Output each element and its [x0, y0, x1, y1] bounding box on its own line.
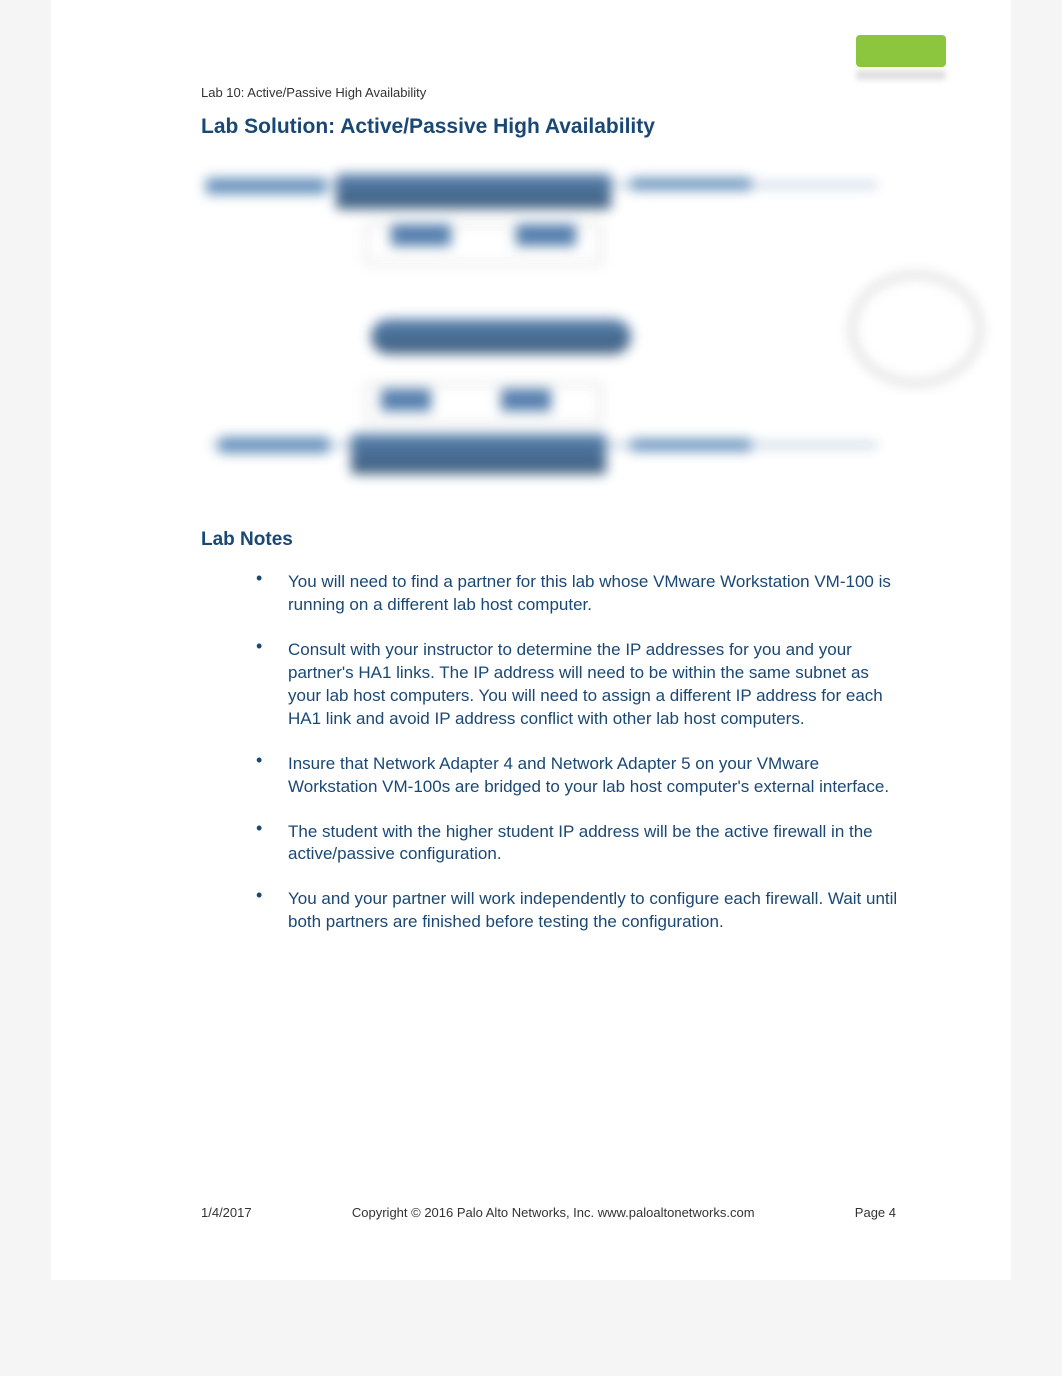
- lab-notes-list: You will need to find a partner for this…: [256, 571, 901, 934]
- topology-diagram: [201, 164, 941, 494]
- list-item: Insure that Network Adapter 4 and Networ…: [256, 753, 901, 799]
- section-heading-lab-notes: Lab Notes: [201, 529, 961, 551]
- unlock-badge[interactable]: [856, 35, 946, 67]
- list-item: You will need to find a partner for this…: [256, 571, 901, 617]
- page-title: Lab Solution: Active/Passive High Availa…: [201, 115, 961, 139]
- badge-shadow: [856, 70, 946, 80]
- document-header: Lab 10: Active/Passive High Availability: [201, 85, 961, 100]
- page-footer: 1/4/2017 Copyright © 2016 Palo Alto Netw…: [201, 1205, 896, 1220]
- footer-page-number: Page 4: [855, 1205, 896, 1220]
- list-item: Consult with your instructor to determin…: [256, 639, 901, 731]
- list-item: You and your partner will work independe…: [256, 888, 901, 934]
- footer-copyright: Copyright © 2016 Palo Alto Networks, Inc…: [352, 1205, 755, 1220]
- list-item: The student with the higher student IP a…: [256, 821, 901, 867]
- footer-date: 1/4/2017: [201, 1205, 252, 1220]
- document-page: Lab 10: Active/Passive High Availability…: [51, 0, 1011, 1280]
